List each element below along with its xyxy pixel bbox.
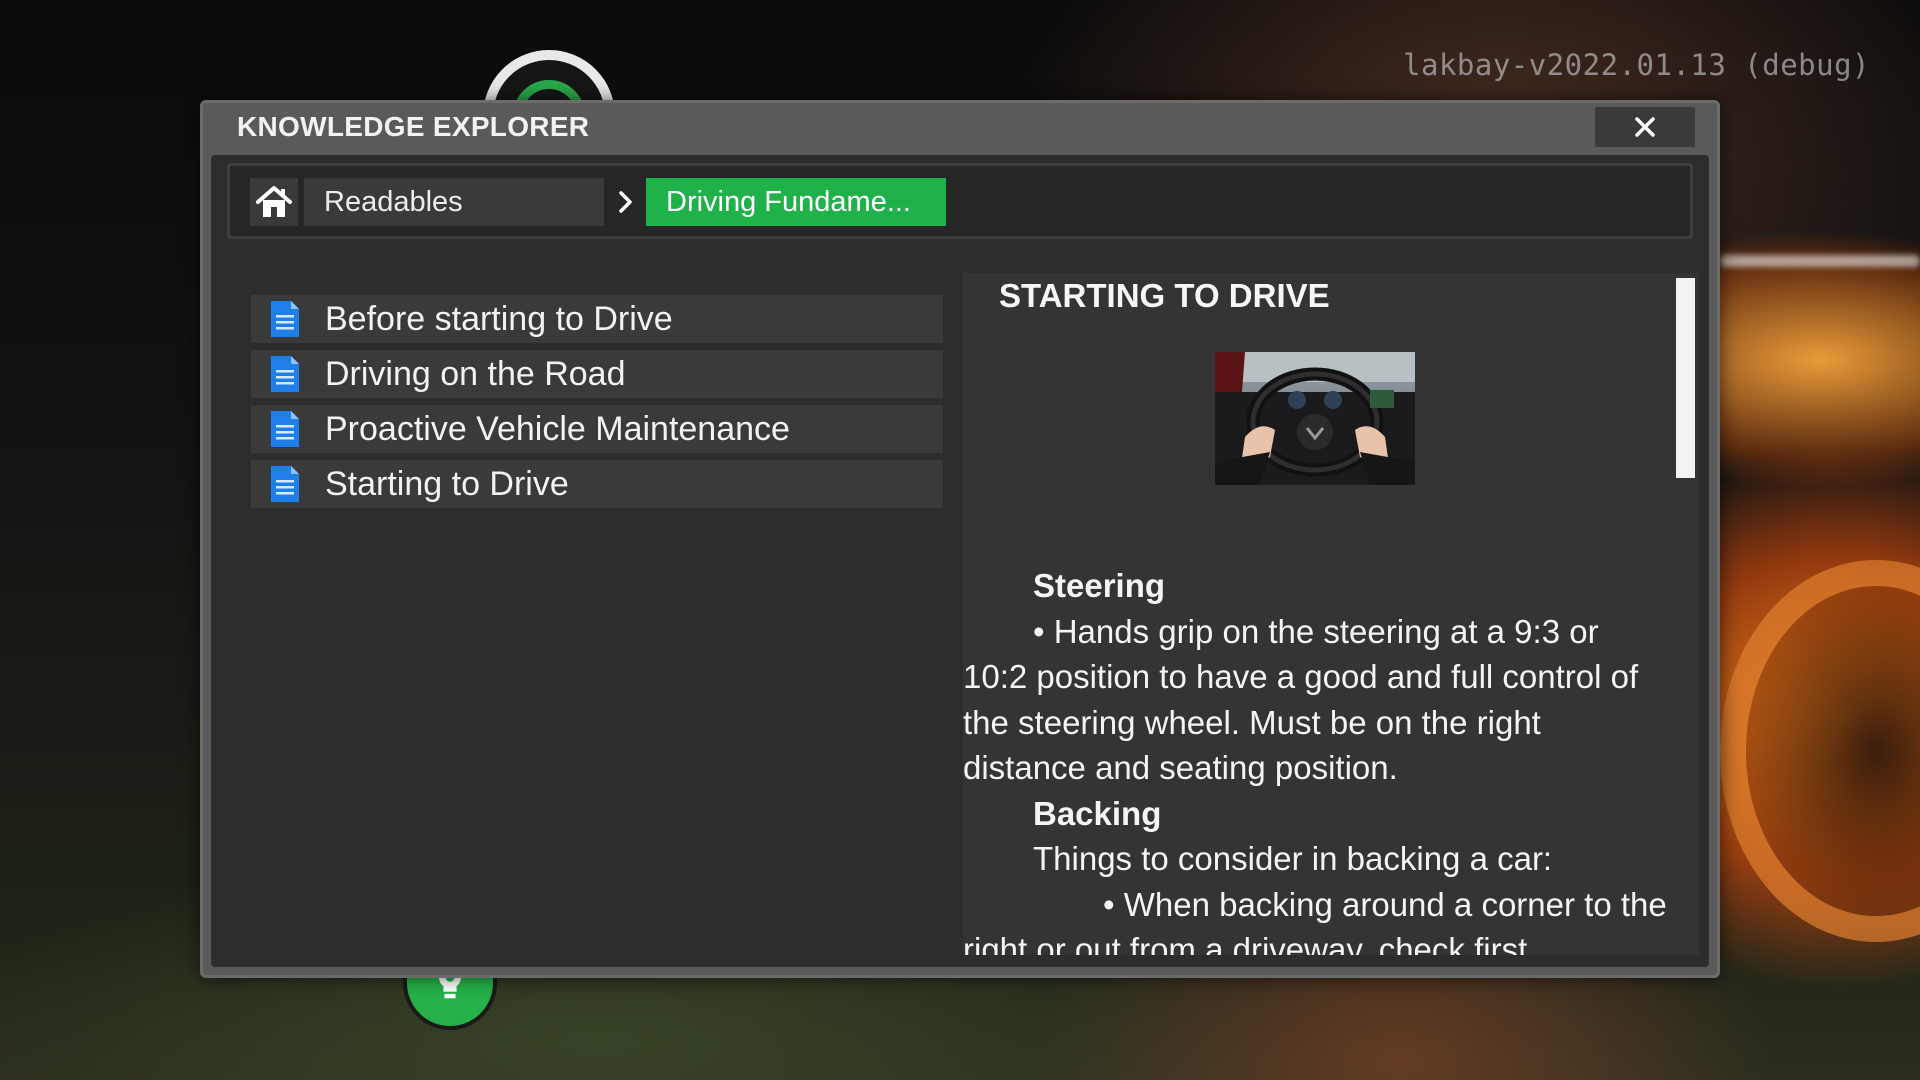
- reader-scrollbar[interactable]: [1676, 278, 1695, 478]
- list-item[interactable]: Driving on the Road: [251, 350, 943, 398]
- window-body: Readables Driving Fundame... Before star…: [211, 155, 1709, 967]
- article-reader[interactable]: STARTING TO DRIVE Steering • Hands grip …: [963, 273, 1699, 955]
- background-car-exhaust: [1720, 560, 1920, 942]
- list-item-label: Proactive Vehicle Maintenance: [325, 409, 790, 448]
- article-title: STARTING TO DRIVE: [999, 277, 1330, 314]
- document-icon: [271, 301, 299, 337]
- section-heading-backing: Backing: [1033, 794, 1162, 832]
- home-button[interactable]: [250, 178, 298, 226]
- game-background: lakbay-v2022.01.13 (debug) KNOWLEDGE EXP…: [0, 0, 1920, 1080]
- window-titlebar: KNOWLEDGE EXPLORER: [203, 103, 1717, 151]
- home-icon: [256, 186, 292, 217]
- steering-wheel-image: [1215, 352, 1415, 485]
- section-heading-steering: Steering: [1033, 567, 1166, 604]
- list-item[interactable]: Proactive Vehicle Maintenance: [251, 405, 943, 453]
- close-button[interactable]: [1595, 107, 1695, 147]
- list-item-label: Starting to Drive: [325, 464, 569, 503]
- steering-paragraph: • Hands grip on the steering at a 9:3 or…: [963, 612, 1639, 787]
- list-item-label: Before starting to Drive: [325, 299, 673, 338]
- window-title: KNOWLEDGE EXPLORER: [237, 111, 590, 142]
- backing-intro: Things to consider in backing a car:: [1033, 840, 1553, 877]
- breadcrumb-driving-fundamentals[interactable]: Driving Fundame...: [646, 178, 946, 226]
- breadcrumb-readables[interactable]: Readables: [304, 178, 604, 226]
- breadcrumb: Readables Driving Fundame...: [227, 163, 1693, 239]
- list-item-label: Driving on the Road: [325, 354, 626, 393]
- debug-version-label: lakbay-v2022.01.13 (debug): [1403, 48, 1870, 82]
- list-item[interactable]: Starting to Drive: [251, 460, 943, 508]
- article-list: Before starting to Drive Driving on the …: [251, 295, 943, 515]
- document-icon: [271, 356, 299, 392]
- document-icon: [271, 466, 299, 502]
- background-car-trim: [1720, 255, 1920, 267]
- chevron-right-icon: [619, 191, 632, 213]
- backing-bullet: • When backing around a corner to the ri…: [963, 885, 1667, 956]
- article-body: Steering • Hands grip on the steering at…: [963, 563, 1669, 955]
- list-item[interactable]: Before starting to Drive: [251, 295, 943, 343]
- close-icon: [1635, 117, 1655, 137]
- document-icon: [271, 411, 299, 447]
- knowledge-explorer-window: KNOWLEDGE EXPLORER Readables Driving Fun…: [200, 100, 1720, 978]
